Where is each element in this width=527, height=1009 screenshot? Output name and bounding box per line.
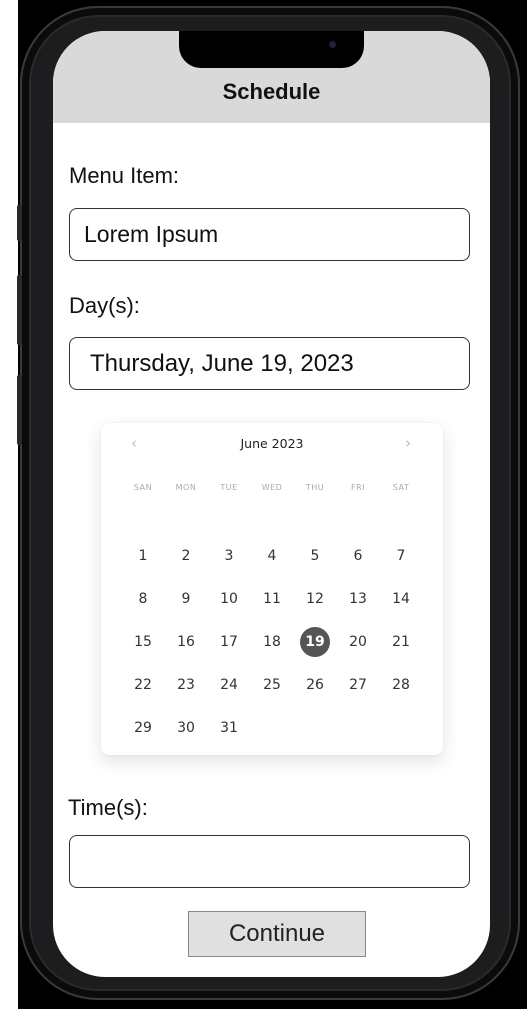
calendar-day[interactable]: 21 bbox=[386, 627, 416, 657]
left-edge-strip bbox=[0, 0, 18, 1009]
calendar-day[interactable]: 23 bbox=[171, 670, 201, 700]
calendar-day[interactable]: 20 bbox=[343, 627, 373, 657]
calendar-day[interactable]: 13 bbox=[343, 584, 373, 614]
calendar-day[interactable]: 31 bbox=[214, 713, 244, 743]
calendar-day[interactable]: 3 bbox=[214, 541, 244, 571]
calendar-day[interactable]: 8 bbox=[128, 584, 158, 614]
weekday-header-row: SAN MON TUE WED THU FRI SAT bbox=[126, 483, 426, 497]
menu-item-field[interactable]: Lorem Ipsum bbox=[69, 208, 470, 261]
calendar-day[interactable]: 10 bbox=[214, 584, 244, 614]
calendar-day[interactable]: 26 bbox=[300, 670, 330, 700]
notch bbox=[179, 31, 364, 68]
days-field[interactable]: Thursday, June 19, 2023 bbox=[69, 337, 470, 390]
calendar-month-label: June 2023 bbox=[240, 436, 304, 451]
weekday-label: MON bbox=[175, 483, 197, 492]
calendar-day[interactable]: 2 bbox=[171, 541, 201, 571]
calendar-day[interactable]: 24 bbox=[214, 670, 244, 700]
continue-button[interactable]: Continue bbox=[188, 911, 366, 957]
calendar-day[interactable]: 27 bbox=[343, 670, 373, 700]
date-picker-calendar: ‹ June 2023 › SAN MON TUE WED THU FRI SAT 1234… bbox=[101, 423, 443, 755]
weekday-label: THU bbox=[305, 483, 325, 492]
menu-item-label: Menu Item: bbox=[69, 163, 180, 188]
calendar-day[interactable]: 1 bbox=[128, 541, 158, 571]
calendar-day[interactable]: 6 bbox=[343, 541, 373, 571]
side-button-volume-down bbox=[17, 375, 22, 445]
calendar-day[interactable]: 9 bbox=[171, 584, 201, 614]
calendar-day[interactable]: 15 bbox=[128, 627, 158, 657]
side-button-volume-up bbox=[17, 275, 22, 345]
next-month-icon[interactable]: › bbox=[405, 434, 411, 452]
weekday-label: WED bbox=[261, 483, 283, 492]
phone-screen: Schedule Menu Item: Lorem Ipsum Day(s): … bbox=[53, 31, 490, 977]
calendar-day[interactable]: 12 bbox=[300, 584, 330, 614]
calendar-day[interactable]: 4 bbox=[257, 541, 287, 571]
calendar-day[interactable]: 28 bbox=[386, 670, 416, 700]
calendar-day[interactable]: 16 bbox=[171, 627, 201, 657]
calendar-day[interactable]: 5 bbox=[300, 541, 330, 571]
weekday-label: FRI bbox=[350, 483, 366, 492]
side-button-mute bbox=[17, 205, 22, 241]
times-label: Time(s): bbox=[68, 795, 148, 820]
weekday-label: TUE bbox=[220, 483, 238, 492]
days-label: Day(s): bbox=[69, 293, 140, 318]
calendar-day[interactable]: 29 bbox=[128, 713, 158, 743]
calendar-day-selected[interactable]: 19 bbox=[300, 627, 330, 657]
times-field[interactable] bbox=[69, 835, 470, 888]
calendar-day[interactable]: 7 bbox=[386, 541, 416, 571]
camera-icon bbox=[329, 41, 336, 48]
calendar-day[interactable]: 17 bbox=[214, 627, 244, 657]
calendar-day[interactable]: 14 bbox=[386, 584, 416, 614]
page-title: Schedule bbox=[222, 79, 321, 104]
weekday-label: SAT bbox=[392, 483, 410, 492]
weekday-label: SAN bbox=[133, 483, 153, 492]
calendar-day[interactable]: 18 bbox=[257, 627, 287, 657]
calendar-day[interactable]: 11 bbox=[257, 584, 287, 614]
calendar-day[interactable]: 30 bbox=[171, 713, 201, 743]
calendar-day[interactable]: 22 bbox=[128, 670, 158, 700]
calendar-day[interactable]: 25 bbox=[257, 670, 287, 700]
